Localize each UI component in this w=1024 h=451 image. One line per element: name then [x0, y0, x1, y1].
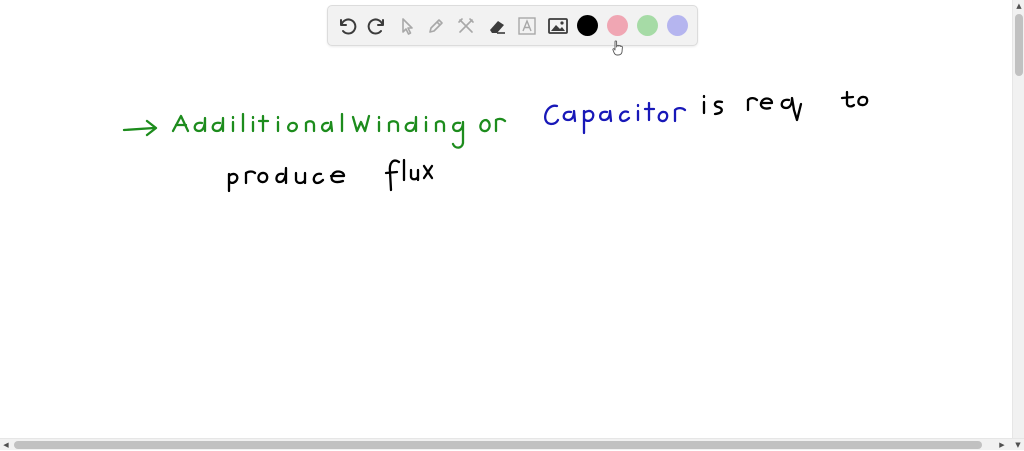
word-additional	[171, 112, 344, 133]
handwriting-ink	[122, 90, 869, 193]
image-icon	[548, 18, 568, 34]
undo-button[interactable]	[334, 13, 360, 39]
word-flux	[384, 158, 434, 192]
color-swatch-green[interactable]	[637, 15, 658, 36]
word-or	[479, 117, 507, 133]
scroll-left-icon[interactable]: ◀	[0, 439, 12, 451]
pencil-icon	[429, 19, 443, 33]
color-swatch-red[interactable]	[607, 15, 628, 36]
scroll-down-icon[interactable]: ▼	[1012, 439, 1024, 451]
redo-icon	[367, 18, 384, 35]
word-capacitor	[544, 101, 687, 135]
text-tool-button[interactable]	[514, 13, 540, 39]
word-winding	[351, 114, 465, 149]
undo-icon	[340, 18, 357, 35]
tools-button[interactable]	[453, 13, 479, 39]
whiteboard-canvas[interactable]: Additional winding or Capacitor is req t…	[0, 0, 1012, 438]
arrow-stroke	[122, 119, 158, 137]
pointer-icon	[402, 18, 413, 35]
redo-button[interactable]	[364, 13, 390, 39]
word-is	[702, 94, 724, 116]
word-to	[840, 90, 869, 108]
scroll-right-icon[interactable]: ▶	[996, 439, 1008, 451]
vertical-scrollbar[interactable]: ▲	[1012, 0, 1024, 438]
image-insert-button[interactable]	[545, 13, 571, 39]
horizontal-scrollbar[interactable]: ◀ ▶ ▼	[0, 438, 1024, 450]
tools-icon	[458, 18, 474, 33]
eraser-button[interactable]	[484, 13, 510, 39]
horizontal-scroll-thumb[interactable]	[14, 441, 982, 449]
vertical-scroll-thumb[interactable]	[1015, 14, 1023, 76]
word-produce	[227, 166, 346, 193]
scroll-up-icon[interactable]: ▲	[1013, 0, 1024, 12]
color-swatch-black[interactable]	[577, 15, 598, 36]
color-swatch-blue[interactable]	[667, 15, 688, 36]
hand-cursor-icon	[612, 40, 624, 60]
drawing-toolbar	[327, 5, 698, 46]
select-pointer-button[interactable]	[394, 13, 420, 39]
pencil-button[interactable]	[423, 13, 449, 39]
word-req	[746, 96, 803, 122]
eraser-icon	[490, 21, 505, 34]
text-icon	[518, 17, 536, 35]
